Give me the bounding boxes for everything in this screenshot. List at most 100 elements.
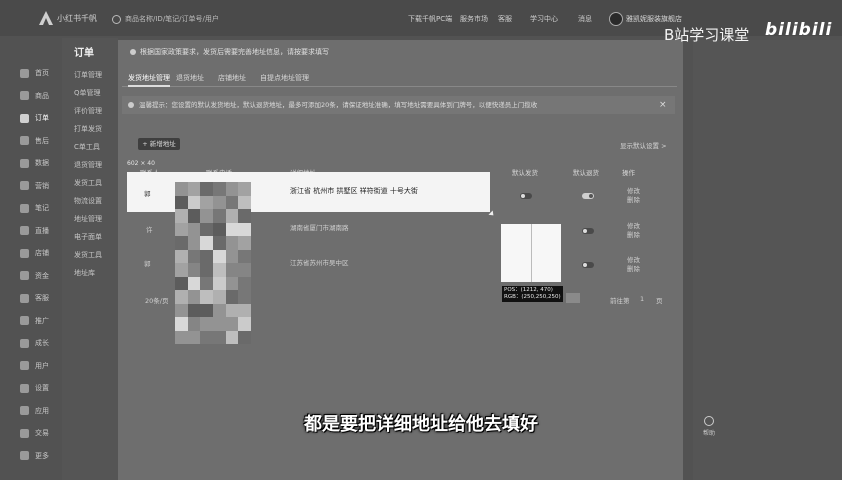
row-3-actions: 修改 删除 [627,256,640,274]
sidebar-item-label: 用户 [35,361,49,370]
sidebar-item-0[interactable]: 首页 [20,62,60,85]
row-3-address: 江苏省苏州市吴中区 [290,259,349,267]
sidebar-item-1[interactable]: 商品 [20,85,60,108]
default-settings-link[interactable]: 显示默认设置 > [620,140,667,150]
nav-icon [20,338,29,348]
row-1-ship-toggle[interactable] [520,193,532,199]
tab-return-address[interactable]: 退货地址 [176,73,204,83]
subnav-item-6[interactable]: 发货工具 [74,178,102,188]
sidebar-item-17[interactable]: 更多 [20,445,60,468]
subnav-item-1[interactable]: Q单管理 [74,88,101,98]
nav-icon [20,91,29,101]
sidebar-item-10[interactable]: 客服 [20,287,60,310]
row-1-name: 郭 [144,190,151,198]
sidebar-item-12[interactable]: 成长 [20,332,60,355]
subnav-item-11[interactable]: 地址库 [74,268,95,278]
subnav-item-8[interactable]: 地址管理 [74,214,102,224]
goto-label: 前往第 [610,297,630,305]
info-text: 温馨提示：您设置的默认发货地址，默认退货地址，最多可添加20条，请保证地址准确，… [139,101,538,109]
color-tip-rgb: RGB：(250,250,250) [504,294,561,300]
search-input[interactable]: 商品名称/ID/笔记/订单号/用户 [112,12,332,26]
row-1-return-toggle[interactable] [582,193,594,199]
sidebar-item-7[interactable]: 直播 [20,220,60,243]
col-default-return: 默认退货 [573,169,599,177]
video-subtitle: 都是要把详细地址给他去填好 [304,414,538,435]
nav-icon [20,361,29,371]
sidebar-item-label: 售后 [35,136,49,145]
tab-store-address[interactable]: 店铺地址 [218,73,246,83]
row-3-edit-link[interactable]: 修改 [627,256,640,264]
sidebar-item-5[interactable]: 营销 [20,175,60,198]
sidebar-item-label: 成长 [35,339,49,348]
nav-icon [20,113,29,123]
subnav-item-3[interactable]: 打单发货 [74,124,102,134]
row-2-return-toggle[interactable] [582,228,594,234]
sidebar-item-4[interactable]: 数据 [20,152,60,175]
sidebar-item-label: 数据 [35,159,49,168]
search-placeholder: 商品名称/ID/笔记/订单号/用户 [125,15,219,23]
row-1-edit-link[interactable]: 修改 [627,187,640,195]
subnav-item-4[interactable]: C单工具 [74,142,100,152]
sidebar-item-label: 推广 [35,316,49,325]
sidebar-item-2[interactable]: 订单 [20,107,60,130]
row-2-delete-link[interactable]: 删除 [627,231,640,239]
row-3-return-toggle[interactable] [582,262,594,268]
sidebar-item-label: 商品 [35,91,49,100]
nav-icon [20,226,29,236]
row-2-name: 许 [146,226,153,234]
col-default-ship: 默认发货 [512,169,538,177]
row-2-actions: 修改 删除 [627,222,640,240]
sidebar-item-label: 设置 [35,384,49,393]
color-picker-tooltip: POS：(1212, 470) RGB：(250,250,250) [502,286,563,302]
sidebar-item-label: 首页 [35,69,49,78]
nav-icon [20,181,29,191]
page-number[interactable]: 1 [640,295,644,303]
row-3-delete-link[interactable]: 删除 [627,265,640,273]
topnav-service[interactable]: 客服 [498,14,512,24]
subnav-item-5[interactable]: 退货管理 [74,160,102,170]
nav-icon [20,203,29,213]
sidebar-item-8[interactable]: 店铺 [20,242,60,265]
topnav-messages[interactable]: 消息 [578,14,592,24]
nav-icon [20,248,29,258]
topnav-learning[interactable]: 学习中心 [530,14,558,24]
sidebar-item-label: 资金 [35,271,49,280]
address-tabs: 发货地址管理 退货地址 店铺地址 自提点地址管理 [122,70,677,87]
subnav-item-0[interactable]: 订单管理 [74,70,102,80]
nav-icon [20,316,29,326]
shop-avatar[interactable] [609,12,623,26]
page-size[interactable]: 20条/页 [145,295,168,305]
sidebar-item-11[interactable]: 推广 [20,310,60,333]
tab-pickup-address[interactable]: 自提点地址管理 [260,73,309,83]
sidebar-item-9[interactable]: 资金 [20,265,60,288]
close-icon[interactable]: × [659,100,667,110]
color-tip-pos: POS：(1212, 470) [504,287,553,293]
sidebar-item-6[interactable]: 笔记 [20,197,60,220]
col-actions: 操作 [622,169,635,177]
row-1-actions: 修改 删除 [627,187,640,205]
tab-shipping-address[interactable]: 发货地址管理 [128,73,170,87]
row-1-delete-link[interactable]: 删除 [627,196,640,204]
sidebar-item-label: 订单 [35,114,49,123]
add-address-button[interactable]: + 新增地址 [138,138,180,150]
topnav-download[interactable]: 下载千帆PC端 [408,14,452,24]
subnav-item-9[interactable]: 电子面单 [74,232,102,242]
app-logo-icon [39,11,53,25]
shop-name[interactable]: 雅凯妮服装旗舰店 [626,14,682,24]
subnav-item-10[interactable]: 发货工具 [74,250,102,260]
notice-icon [130,49,136,55]
nav-icon [20,158,29,168]
subnav-item-7[interactable]: 物流设置 [74,196,102,206]
sidebar-item-13[interactable]: 用户 [20,355,60,378]
row-selector: 602 × 40 [127,160,155,167]
sidebar-item-14[interactable]: 设置 [20,377,60,400]
subnav-item-2[interactable]: 评价管理 [74,106,102,116]
color-picker-preview [501,224,561,282]
topnav-market[interactable]: 服务市场 [460,14,488,24]
nav-icon [20,383,29,393]
screen: 小红书千帆 商品名称/ID/笔记/订单号/用户 下载千帆PC端 服务市场 客服 … [0,0,842,480]
pixelated-phone-numbers [175,182,251,344]
sidebar-item-3[interactable]: 售后 [20,130,60,153]
page-size-select[interactable] [566,293,580,303]
row-2-edit-link[interactable]: 修改 [627,222,640,230]
